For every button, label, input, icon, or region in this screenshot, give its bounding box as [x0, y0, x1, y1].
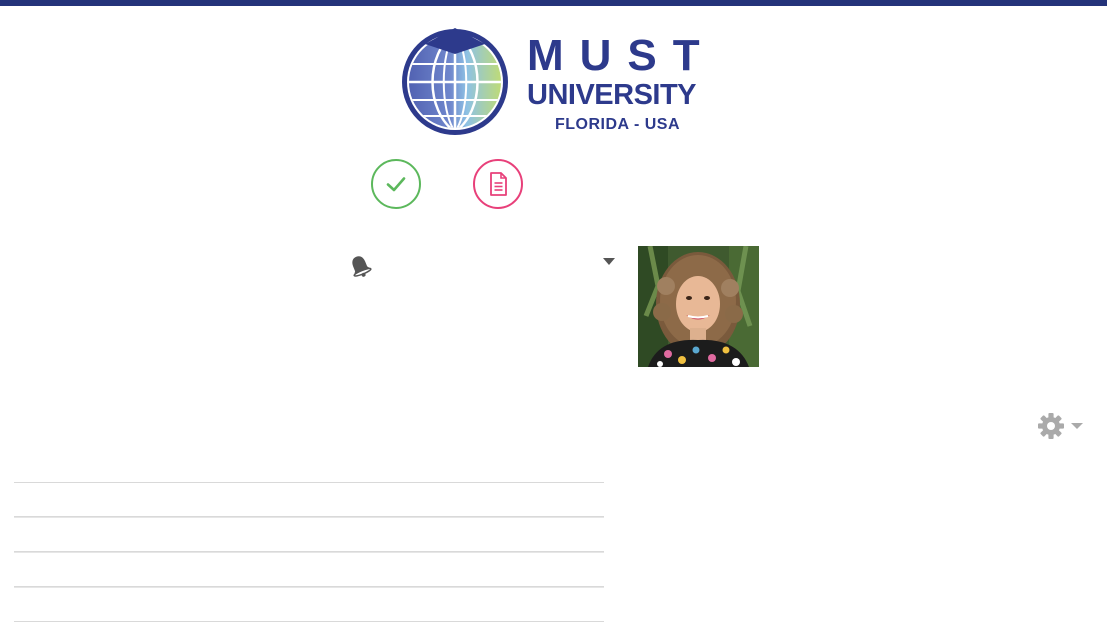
list-item [14, 517, 604, 552]
bell-icon [352, 256, 372, 277]
check-icon [386, 177, 406, 192]
check-button[interactable] [371, 159, 421, 209]
list-item [14, 552, 604, 587]
list-item [14, 482, 604, 517]
logo-wordmark-must: MUST [527, 31, 716, 80]
document-button[interactable] [473, 159, 523, 209]
user-menu-toggle-caret-down-icon[interactable] [603, 258, 615, 265]
user-photo [638, 246, 759, 367]
logo-wordmark-university: UNIVERSITY [527, 79, 697, 111]
notifications-button[interactable] [347, 253, 373, 279]
content-list [14, 482, 604, 622]
top-accent-bar [0, 0, 1107, 6]
document-icon [490, 172, 507, 196]
gear-icon [1038, 413, 1083, 439]
settings-menu-button[interactable] [1037, 412, 1085, 440]
user-avatar[interactable] [638, 246, 759, 367]
globe-logo-icon [402, 28, 508, 135]
university-logo[interactable]: MUST UNIVERSITY FLORIDA - USA [395, 24, 720, 136]
caret-down-icon [1071, 423, 1083, 429]
list-item [14, 587, 604, 622]
logo-wordmark-location: FLORIDA - USA [555, 116, 681, 133]
